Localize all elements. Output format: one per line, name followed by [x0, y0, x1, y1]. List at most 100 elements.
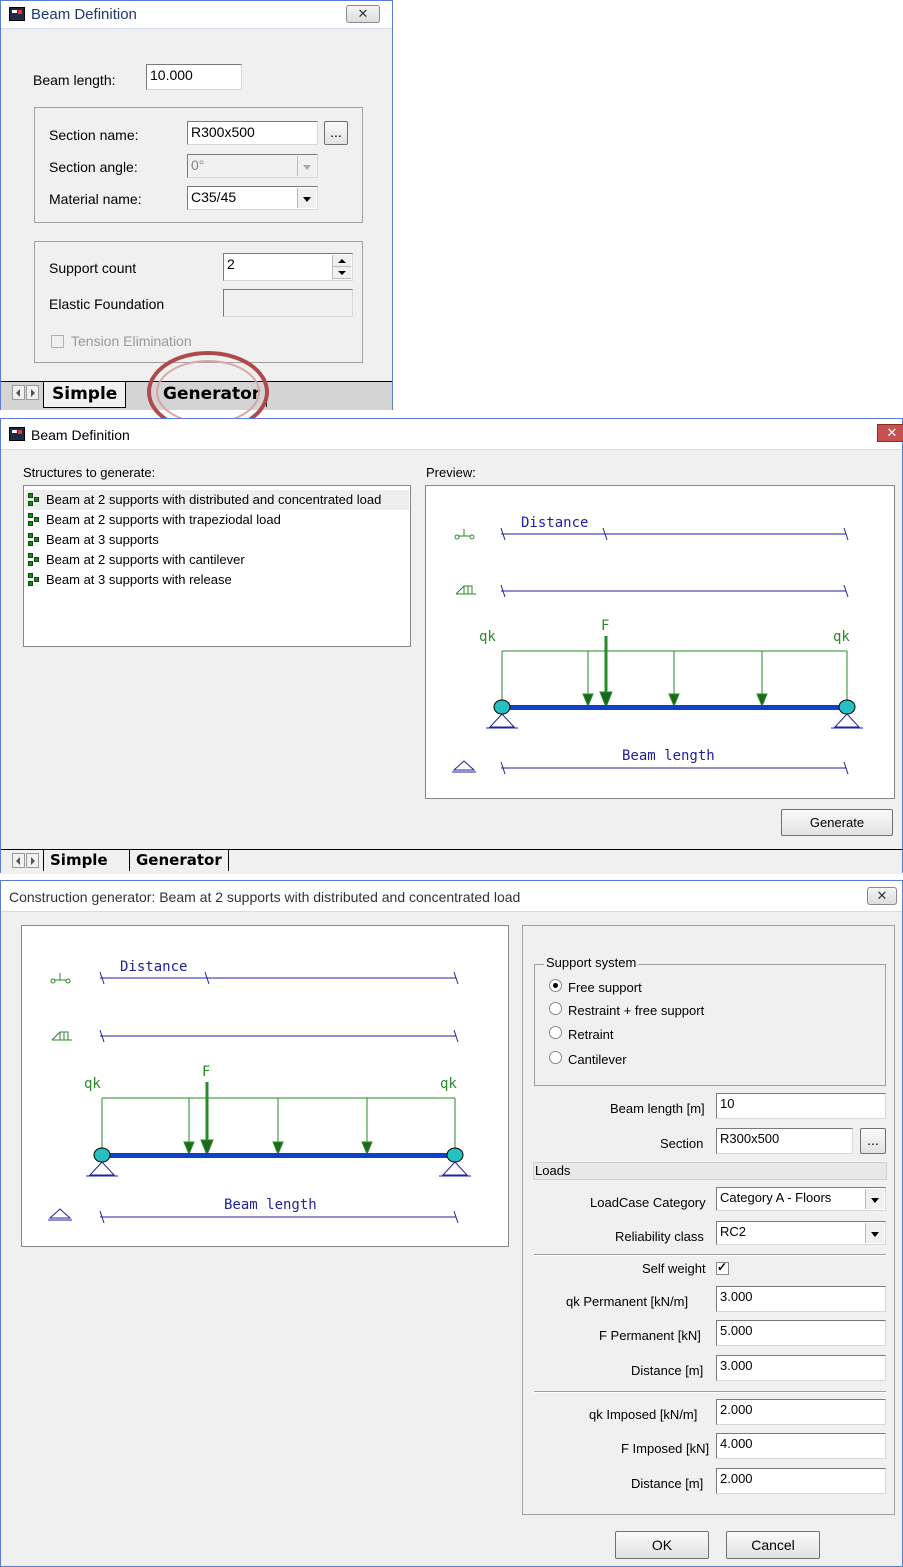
load-icon — [51, 1031, 72, 1041]
beam-length-field[interactable]: 10 — [716, 1093, 886, 1119]
beam-definition-simple-window: Beam Definition ✕ Beam length: 10.000 Se… — [0, 0, 393, 410]
loadcase-category-label: LoadCase Category — [590, 1195, 706, 1210]
distance-label: Distance — [120, 959, 187, 975]
support-left-icon — [486, 699, 518, 729]
list-item[interactable]: Beam at 3 supports with release — [28, 570, 232, 590]
tree-icon — [28, 553, 44, 567]
force-label: F — [202, 1064, 210, 1080]
tree-icon — [28, 533, 44, 547]
beam-length-label: Beam length — [224, 1197, 317, 1213]
preview-label: Preview: — [426, 465, 476, 480]
section-field-label: Section — [660, 1136, 704, 1151]
structures-list[interactable]: Beam at 2 supports with distributed and … — [23, 485, 411, 647]
qk-imposed-label: qk Imposed [kN/m] — [589, 1407, 698, 1422]
f-imposed-label: F Imposed [kN] — [621, 1441, 710, 1456]
load-arrows — [582, 636, 768, 709]
section-name-label: Section name: — [49, 127, 139, 143]
window-title: Beam Definition — [31, 6, 137, 23]
section-angle-label: Section angle: — [49, 159, 138, 175]
section-browse-button[interactable]: ... — [860, 1128, 886, 1154]
app-icon — [9, 7, 25, 21]
section-field[interactable]: R300x500 — [716, 1128, 853, 1154]
tab-simple[interactable]: Simple — [43, 382, 127, 408]
radio-restraint-free-support[interactable] — [549, 1002, 562, 1015]
beam-length-input[interactable]: 10.000 — [146, 64, 242, 90]
loads-label: Loads — [535, 1163, 571, 1178]
list-item[interactable]: Beam at 2 supports with cantilever — [28, 550, 245, 570]
close-button[interactable]: ✕ — [346, 5, 380, 23]
distance-permanent-input[interactable]: 3.000 — [716, 1355, 886, 1381]
self-weight-checkbox[interactable]: ✓ — [716, 1260, 729, 1275]
beam-bar — [102, 1153, 455, 1158]
radio-retraint[interactable] — [549, 1026, 562, 1039]
f-permanent-label: F Permanent [kN] — [599, 1328, 701, 1343]
radio-free-support[interactable] — [549, 979, 562, 992]
cancel-button[interactable]: Cancel — [726, 1531, 820, 1559]
close-button[interactable]: ✕ — [867, 887, 897, 905]
material-name-select[interactable]: C35/45 — [187, 186, 318, 210]
tab-scroll-right-icon[interactable] — [26, 853, 39, 868]
ok-button[interactable]: OK — [615, 1531, 709, 1559]
close-icon: ✕ — [876, 888, 888, 903]
title-bar[interactable]: Beam Definition ✕ — [1, 419, 903, 450]
diagram-panel: Distance qk qk F Beam length — [21, 925, 509, 1247]
loadcase-category-select[interactable]: Category A - Floors — [716, 1187, 886, 1211]
elastic-foundation-input[interactable] — [223, 289, 353, 317]
beam-diagram: Distance qk qk F Beam length — [452, 515, 863, 775]
window-title: Construction generator: Beam at 2 suppor… — [9, 889, 521, 905]
section-name-input[interactable]: R300x500 — [187, 121, 318, 145]
beam-length-field-label: Beam length [m] — [610, 1101, 705, 1116]
checkmark-icon: ✓ — [717, 1260, 728, 1274]
support-left-icon — [86, 1147, 118, 1177]
spinner-icon[interactable] — [332, 255, 351, 279]
tab-simple[interactable]: Simple — [43, 850, 114, 871]
list-item[interactable]: Beam at 2 supports with trapeziodal load — [28, 510, 281, 530]
close-button[interactable]: ✕ — [877, 424, 903, 442]
qk-imposed-input[interactable]: 2.000 — [716, 1399, 886, 1425]
radio-retraint-label: Retraint — [568, 1027, 614, 1042]
title-bar[interactable]: Construction generator: Beam at 2 suppor… — [1, 881, 902, 912]
tree-icon — [28, 493, 44, 507]
highlight-ellipse-inner — [156, 360, 260, 424]
list-item[interactable]: Beam at 3 supports — [28, 530, 159, 550]
support-hinge-icon — [50, 973, 71, 984]
radio-restraint-free-support-label: Restraint + free support — [568, 1003, 705, 1018]
reliability-class-select[interactable]: RC2 — [716, 1221, 886, 1245]
construction-generator-window: Construction generator: Beam at 2 suppor… — [0, 880, 903, 1567]
qk-left-label: qk — [84, 1076, 101, 1092]
tab-scroll-left-icon[interactable] — [12, 853, 25, 868]
tab-generator[interactable]: Generator — [129, 850, 229, 871]
tab-scroll-right-icon[interactable] — [26, 385, 39, 400]
support-count-stepper[interactable]: 2 — [223, 253, 353, 281]
separator — [534, 1254, 886, 1256]
qk-right-label: qk — [833, 629, 850, 645]
tension-elimination-checkbox[interactable] — [51, 335, 64, 348]
beam-bar — [502, 705, 847, 710]
distance-imposed-input[interactable]: 2.000 — [716, 1468, 886, 1494]
loads-header — [533, 1162, 887, 1180]
qk-permanent-input[interactable]: 3.000 — [716, 1286, 886, 1312]
load-icon — [455, 585, 476, 595]
structures-label: Structures to generate: — [23, 465, 156, 480]
tab-scroll-left-icon[interactable] — [12, 385, 25, 400]
generate-button[interactable]: Generate — [781, 809, 893, 836]
support-right-icon — [439, 1147, 471, 1177]
load-arrows — [183, 1082, 373, 1157]
f-permanent-input[interactable]: 5.000 — [716, 1320, 886, 1346]
radio-cantilever[interactable] — [549, 1051, 562, 1064]
chevron-down-icon — [865, 1189, 884, 1209]
preview-panel: Distance qk qk F Beam length — [425, 485, 895, 799]
tab-bar: Simple Generator — [1, 849, 902, 874]
beam-length-label: Beam length: — [33, 72, 116, 88]
tree-icon — [28, 513, 44, 527]
chevron-down-icon — [865, 1223, 884, 1243]
section-browse-button[interactable]: ... — [324, 121, 348, 145]
qk-right-label: qk — [440, 1076, 457, 1092]
f-imposed-input[interactable]: 4.000 — [716, 1433, 886, 1459]
support-icon — [48, 1208, 72, 1221]
title-bar[interactable]: Beam Definition ✕ — [1, 1, 392, 29]
support-icon — [452, 760, 476, 773]
material-name-label: Material name: — [49, 191, 142, 207]
section-angle-select[interactable]: 0° — [187, 154, 318, 178]
list-item[interactable]: Beam at 2 supports with distributed and … — [25, 490, 409, 510]
